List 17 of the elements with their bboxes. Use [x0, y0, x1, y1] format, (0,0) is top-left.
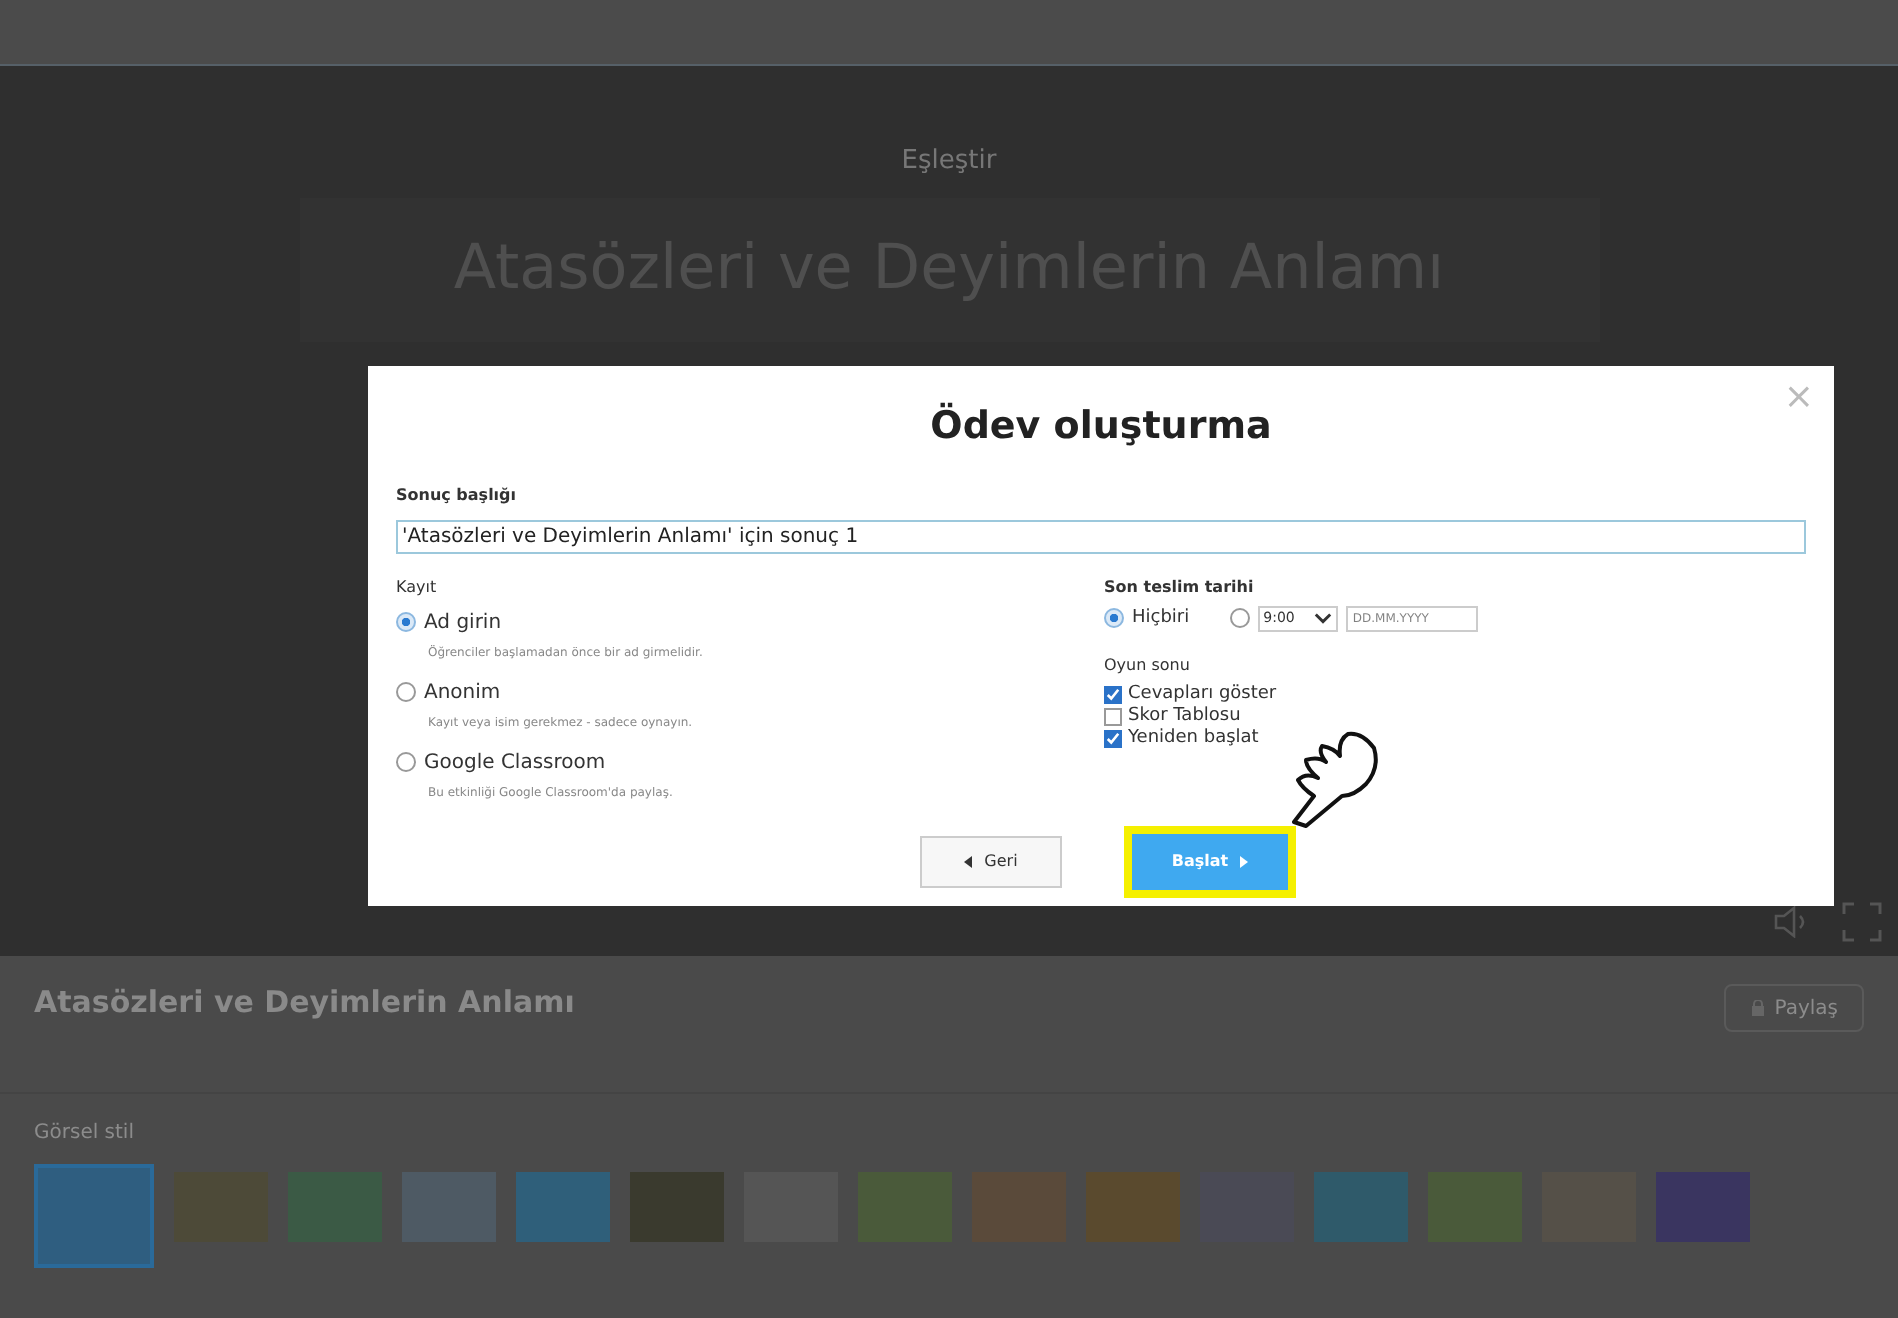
option-label[interactable]: Skor Tablosu: [1128, 703, 1241, 731]
section-label: Kayıt: [396, 575, 439, 599]
dialog-title: Ödev oluşturma: [928, 400, 1274, 452]
game-type-label: Eşleştir: [901, 144, 997, 180]
option-label[interactable]: Hiçbiri: [1132, 605, 1190, 632]
option-label[interactable]: Cevapları göster: [1128, 681, 1277, 709]
activity-title: Atasözleri ve Deyimlerin Anlamı: [34, 982, 575, 1024]
section-heading: Görsel stil: [34, 1120, 136, 1148]
field-label: Sonuç başlığı: [396, 483, 519, 507]
input-field[interactable]: 'Atasözleri ve Deyimlerin Anlamı' için sonuç 1: [396, 519, 1806, 553]
section-label: Son teslim tarihi: [1104, 575, 1256, 599]
section-label: Oyun sonu: [1104, 654, 1192, 678]
option-label[interactable]: Ad girin: [424, 607, 502, 637]
option-label[interactable]: Google Classroom: [424, 747, 606, 777]
back-button[interactable]: Geri: [920, 836, 1062, 888]
option-label[interactable]: Yeniden başlat: [1128, 725, 1259, 753]
option-label[interactable]: Anonim: [424, 677, 501, 707]
